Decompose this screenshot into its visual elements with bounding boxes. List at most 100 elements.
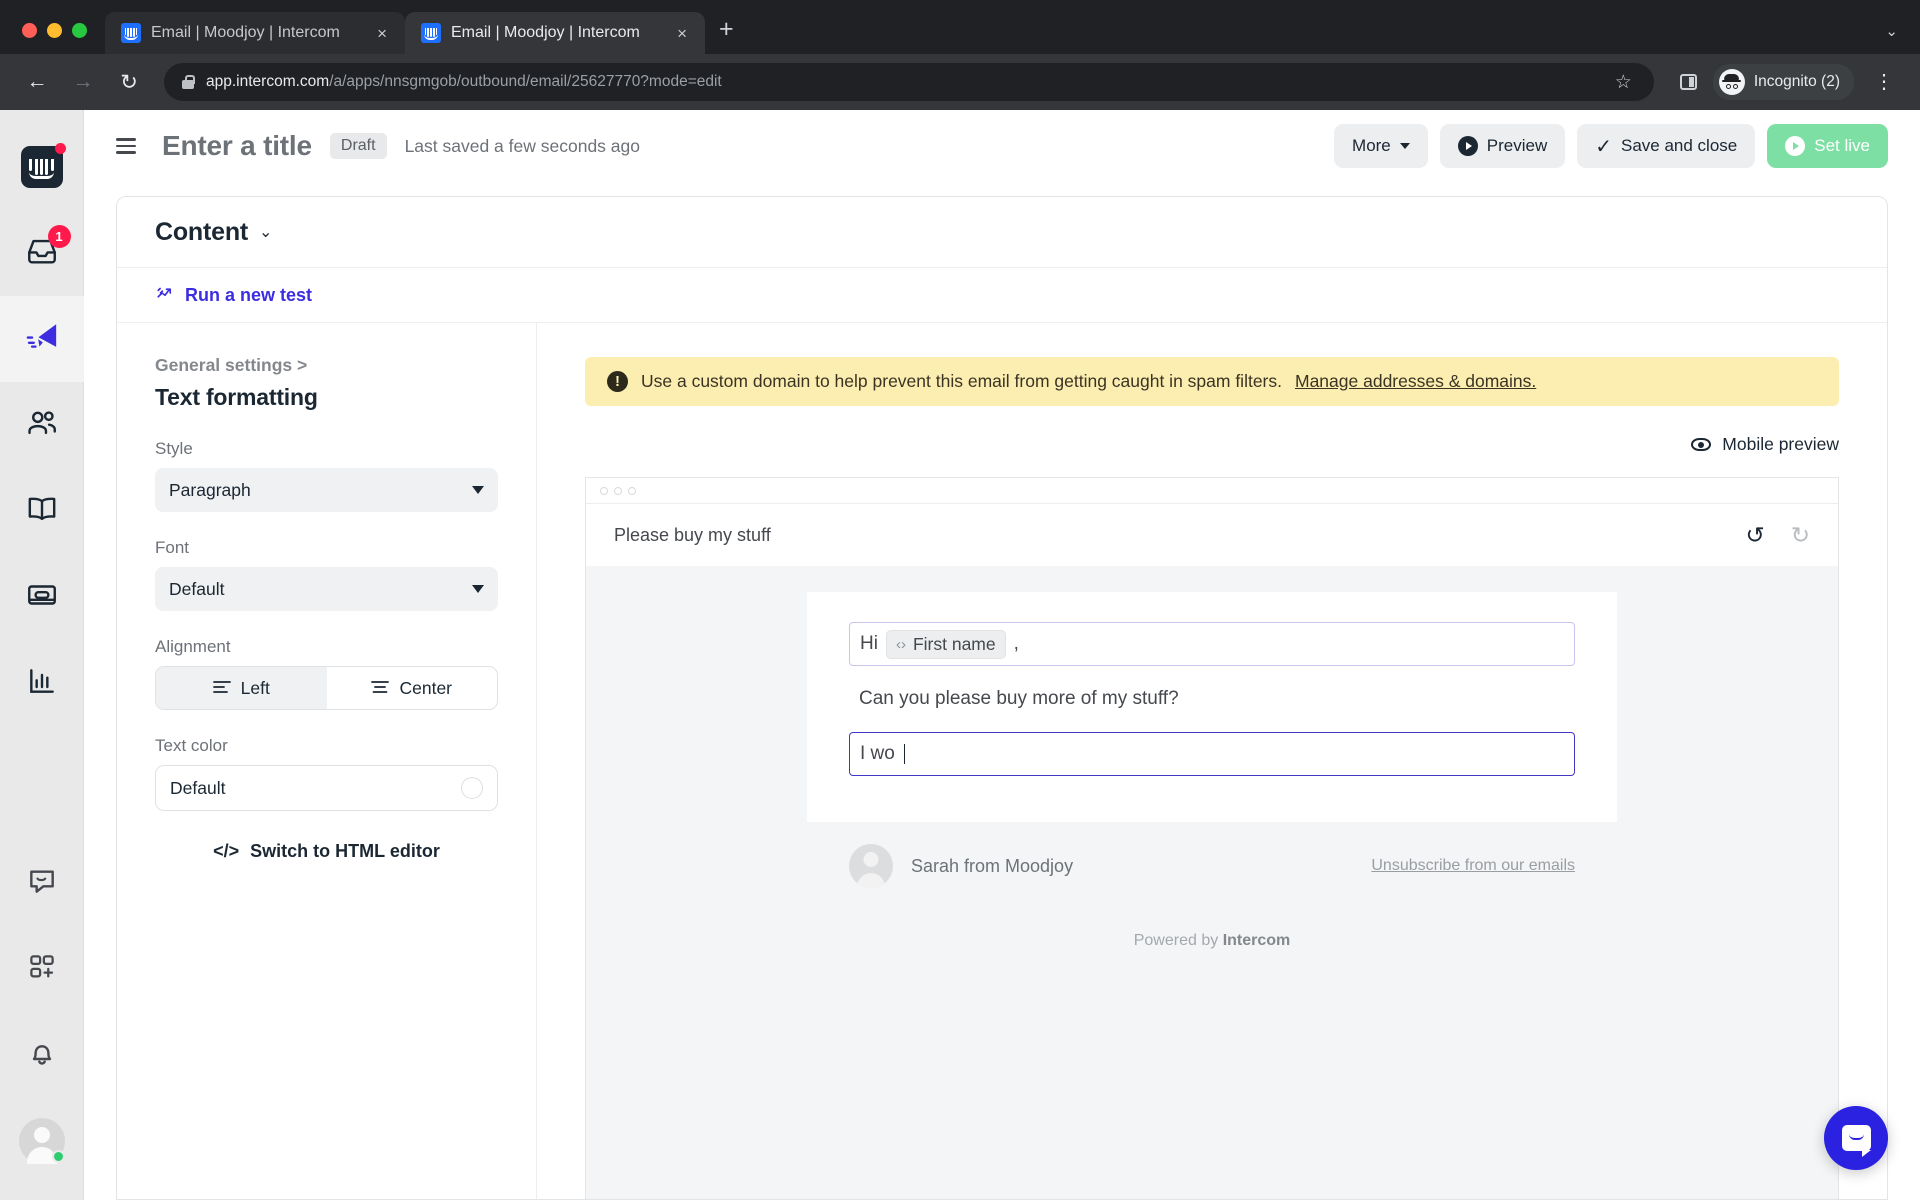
sender-avatar — [849, 844, 893, 888]
status-badge: Draft — [329, 133, 387, 159]
undo-icon[interactable]: ↺ — [1745, 522, 1764, 549]
align-center-option[interactable]: Center — [327, 667, 498, 709]
unsubscribe-link[interactable]: Unsubscribe from our emails — [1371, 857, 1575, 875]
manage-addresses-link[interactable]: Manage addresses & domains. — [1295, 371, 1536, 392]
bookmark-star-icon[interactable]: ☆ — [1607, 71, 1640, 94]
sidebar-item-contacts[interactable] — [0, 382, 84, 468]
email-footer: Sarah from Moodjoy Unsubscribe from our … — [807, 844, 1617, 888]
window-dot — [628, 486, 636, 495]
close-window-button[interactable] — [22, 23, 37, 38]
save-and-close-label: Save and close — [1621, 136, 1738, 155]
browser-toolbar: ← → ↻ app.intercom.com/a/apps/nnsgmgob/o… — [0, 54, 1920, 110]
ab-test-bar: Run a new test — [117, 267, 1887, 323]
address-bar[interactable]: app.intercom.com/a/apps/nnsgmgob/outboun… — [164, 63, 1654, 101]
user-avatar[interactable] — [0, 1098, 84, 1184]
incognito-profile-button[interactable]: Incognito (2) — [1712, 64, 1854, 100]
style-field: Style Paragraph — [155, 439, 498, 512]
save-and-close-button[interactable]: ✓ Save and close — [1577, 124, 1756, 168]
email-subject[interactable]: Please buy my stuff — [614, 525, 771, 546]
alignment-segmented-control: Left Center — [155, 666, 498, 710]
email-history-actions: ↺ ↻ — [1745, 522, 1810, 549]
content-card-header: Content ⌄ — [117, 197, 1887, 267]
mobile-preview-toggle[interactable]: Mobile preview — [1691, 434, 1839, 455]
minimize-window-button[interactable] — [47, 23, 62, 38]
set-live-button[interactable]: Set live — [1767, 124, 1888, 168]
window-dot — [600, 486, 608, 495]
sidebar-item-messenger[interactable] — [0, 840, 84, 926]
align-left-option[interactable]: Left — [156, 667, 327, 709]
chevron-down-icon — [472, 486, 484, 494]
switch-to-html-editor-button[interactable]: </> Switch to HTML editor — [155, 841, 498, 862]
new-tab-button[interactable]: + — [705, 17, 750, 54]
intercom-messenger-launcher[interactable] — [1824, 1106, 1888, 1170]
main-column: Enter a title Draft Last saved a few sec… — [84, 110, 1920, 1200]
sidebar-item-articles[interactable] — [0, 468, 84, 554]
warning-icon: ! — [607, 371, 628, 392]
page-title[interactable]: Enter a title — [162, 130, 312, 162]
email-body-line[interactable]: Can you please buy more of my stuff? — [849, 666, 1575, 732]
sidebar-item-apps[interactable] — [0, 926, 84, 1012]
code-icon: </> — [213, 841, 240, 861]
more-button[interactable]: More — [1334, 124, 1428, 168]
custom-domain-warning: ! Use a custom domain to help prevent th… — [585, 357, 1839, 406]
preview-button[interactable]: Preview — [1439, 124, 1566, 168]
font-select[interactable]: Default — [155, 567, 498, 611]
chrome-menu-icon[interactable]: ⋮ — [1858, 72, 1904, 92]
text-color-field: Text color Default — [155, 736, 498, 811]
text-color-picker[interactable]: Default — [155, 765, 498, 811]
run-a-new-test-label: Run a new test — [185, 284, 313, 305]
warning-text: Use a custom domain to help prevent this… — [641, 371, 1282, 391]
greeting-line-input[interactable]: Hi ‹› First name , — [849, 622, 1575, 666]
url-path: /a/apps/nnsgmgob/outbound/email/25627770… — [329, 73, 722, 90]
chevron-down-icon — [1399, 143, 1410, 149]
alignment-field: Alignment Left Center — [155, 637, 498, 710]
apps-plus-icon — [27, 952, 57, 987]
style-label: Style — [155, 439, 193, 458]
text-formatting-panel: General settings > Text formatting Style… — [117, 323, 537, 1199]
bar-chart-icon — [26, 665, 58, 702]
sidebar-item-tickets[interactable] — [0, 554, 84, 640]
align-center-label: Center — [399, 677, 453, 698]
bell-icon — [26, 1037, 58, 1074]
sidebar-item-reports[interactable] — [0, 640, 84, 726]
sidebar-item-inbox[interactable]: 1 — [0, 210, 84, 296]
tab-title: Email | Moodjoy | Intercom — [151, 24, 340, 41]
breadcrumb[interactable]: General settings > — [155, 355, 498, 376]
merge-tag-icon: ‹› — [895, 635, 906, 653]
run-a-new-test-button[interactable]: Run a new test — [155, 284, 312, 307]
intercom-app: 1 Enter a title Draft Last saved a few s… — [0, 110, 1920, 1200]
browser-tab-2[interactable]: Email | Moodjoy | Intercom × — [405, 12, 705, 54]
style-value: Paragraph — [169, 479, 251, 500]
reload-button[interactable]: ↻ — [108, 61, 150, 103]
sidebar-logo[interactable] — [0, 124, 84, 210]
close-tab-icon[interactable]: × — [671, 21, 693, 46]
back-button[interactable]: ← — [16, 61, 58, 103]
font-label: Font — [155, 538, 190, 557]
browser-tab-1[interactable]: Email | Moodjoy | Intercom × — [105, 12, 405, 54]
people-icon — [25, 406, 59, 445]
tab-search-chevron-down-icon[interactable]: ⌄ — [1885, 22, 1898, 40]
maximize-window-button[interactable] — [72, 23, 87, 38]
chevron-down-icon — [472, 585, 484, 593]
greeting-prefix: Hi — [860, 633, 878, 654]
text-color-value: Default — [170, 777, 226, 798]
email-window: Please buy my stuff ↺ ↻ Hi ‹› First name… — [585, 477, 1839, 1199]
color-swatch[interactable] — [461, 777, 483, 799]
side-panel-icon[interactable] — [1679, 74, 1697, 90]
active-text-input[interactable]: I wo — [849, 732, 1575, 776]
style-select[interactable]: Paragraph — [155, 468, 498, 512]
align-left-icon — [212, 678, 231, 699]
active-text-value: I wo — [860, 743, 895, 764]
hamburger-icon[interactable] — [108, 130, 144, 161]
sidebar-item-notifications[interactable] — [0, 1012, 84, 1098]
chevron-down-icon[interactable]: ⌄ — [259, 222, 272, 242]
close-tab-icon[interactable]: × — [371, 21, 393, 46]
browser-tabstrip: Email | Moodjoy | Intercom × Email | Moo… — [0, 0, 1920, 54]
redo-icon[interactable]: ↻ — [1791, 522, 1810, 549]
first-name-merge-tag[interactable]: ‹› First name — [885, 629, 1006, 659]
text-color-label: Text color — [155, 736, 228, 755]
forward-button[interactable]: → — [62, 61, 104, 103]
sidebar-item-outbound[interactable] — [0, 296, 84, 382]
card-icon — [25, 578, 59, 617]
content-card-body: General settings > Text formatting Style… — [117, 323, 1887, 1199]
